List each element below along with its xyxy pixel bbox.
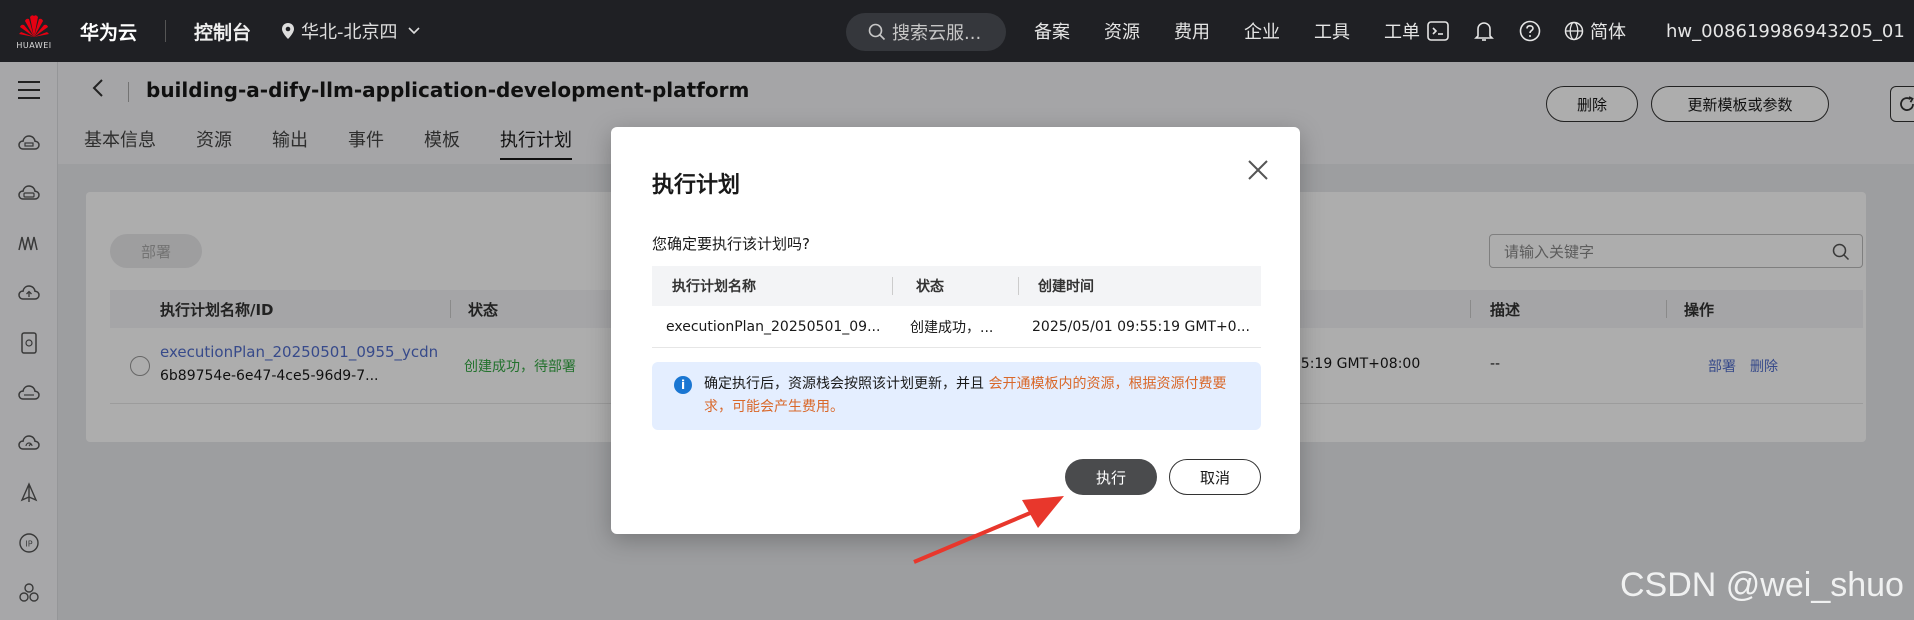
cancel-button[interactable]: 取消 <box>1169 459 1261 495</box>
dialog-table-row: executionPlan_20250501_09... 创建成功，... 20… <box>652 306 1261 348</box>
help-icon[interactable] <box>1518 19 1542 43</box>
col-created-time: 创建时间 <box>1038 279 1094 295</box>
divider <box>165 20 167 42</box>
globe-icon <box>1564 21 1584 41</box>
info-icon: i <box>674 376 692 394</box>
watermark-text: CSDN @wei_shuo <box>1620 566 1904 604</box>
divider <box>892 277 893 295</box>
bell-icon[interactable] <box>1472 19 1496 43</box>
info-text: 确定执行后，资源栈会按照该计划更新，并且 会开通模板内的资源，根据资源付费要求，… <box>704 373 1244 419</box>
col-status: 状态 <box>916 279 944 295</box>
huawei-logo[interactable]: HUAWEI <box>0 0 68 62</box>
top-icon-group: 简体 hw_008619986943205_01 <box>1426 0 1905 62</box>
divider <box>1018 277 1019 295</box>
console-link[interactable]: 控制台 <box>194 18 251 45</box>
nav-tickets[interactable]: 工单 <box>1384 18 1420 44</box>
language-selector[interactable]: 简体 <box>1564 18 1626 44</box>
search-icon <box>868 23 886 41</box>
execute-button[interactable]: 执行 <box>1065 459 1157 495</box>
cost-info-alert: i 确定执行后，资源栈会按照该计划更新，并且 会开通模板内的资源，根据资源付费要… <box>652 362 1261 430</box>
nav-resources[interactable]: 资源 <box>1104 18 1140 44</box>
col-plan-name: 执行计划名称 <box>672 279 756 295</box>
dialog-question: 您确定要执行该计划吗? <box>652 235 810 253</box>
nav-tools[interactable]: 工具 <box>1314 18 1350 44</box>
info-text-normal: 确定执行后，资源栈会按照该计划更新，并且 <box>704 376 989 392</box>
terminal-icon[interactable] <box>1426 19 1450 43</box>
language-label: 简体 <box>1590 22 1626 43</box>
dialog-title: 执行计划 <box>652 173 741 198</box>
execute-plan-dialog: 执行计划 您确定要执行该计划吗? 执行计划名称 状态 创建时间 executio… <box>611 127 1300 534</box>
brand-name[interactable]: 华为云 <box>80 18 137 45</box>
nav-filing[interactable]: 备案 <box>1034 18 1070 44</box>
location-pin-icon <box>282 23 295 39</box>
region-label: 华北-北京四 <box>301 22 398 43</box>
dialog-table-header: 执行计划名称 状态 创建时间 <box>652 266 1261 306</box>
red-arrow-annotation <box>913 496 1064 564</box>
plan-created-time: 2025/05/01 09:55:19 GMT+0... <box>1032 319 1250 335</box>
nav-enterprise[interactable]: 企业 <box>1244 18 1280 44</box>
region-selector[interactable]: 华北-北京四 <box>281 18 420 44</box>
top-nav-links: 备案 资源 费用 企业 工具 工单 <box>1034 0 1454 62</box>
close-icon[interactable] <box>1245 157 1271 183</box>
nav-billing[interactable]: 费用 <box>1174 18 1210 44</box>
plan-status: 创建成功，... <box>910 320 994 336</box>
account-menu[interactable]: hw_008619986943205_01 <box>1666 21 1905 42</box>
huawei-flower-icon <box>19 14 49 37</box>
search-placeholder: 搜索云服... <box>892 23 982 44</box>
chevron-down-icon <box>407 24 420 38</box>
top-navigation-bar: HUAWEI 华为云 控制台 华北-北京四 搜索云服... 备案 资源 费用 企… <box>0 0 1914 62</box>
global-search-input[interactable]: 搜索云服... <box>846 13 1006 51</box>
logo-text: HUAWEI <box>16 40 52 50</box>
plan-name: executionPlan_20250501_09... <box>666 319 881 335</box>
